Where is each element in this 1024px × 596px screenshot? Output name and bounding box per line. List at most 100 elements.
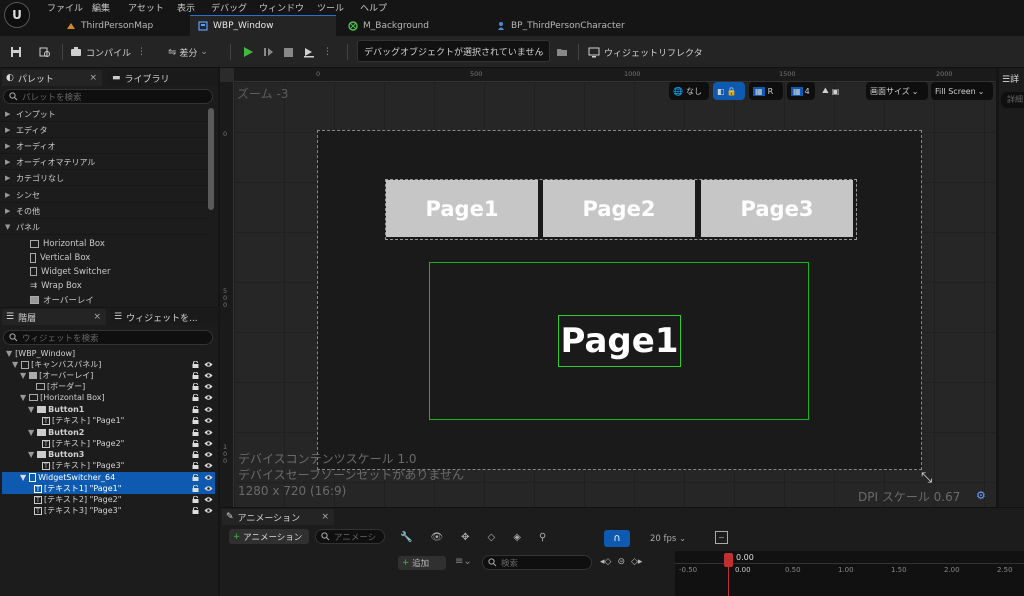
palette-item-wrap-box[interactable]: ⇉ Wrap Box (30, 279, 82, 292)
eye-icon[interactable] (204, 406, 213, 413)
tab-palette[interactable]: ◐ パレット × (2, 70, 102, 86)
menu-edit[interactable]: 編集 (92, 1, 110, 14)
keyframe-icon[interactable]: ◇ (488, 532, 496, 543)
fps-select[interactable]: 20 fps ⌄ (650, 534, 686, 544)
eye-icon[interactable]: 👁 (430, 532, 443, 543)
animation-search-input[interactable]: アニメーシ (315, 529, 385, 544)
tab-thirdpersonmap[interactable]: ThirdPersonMap (58, 15, 186, 36)
category-input[interactable]: ▶ インプット (0, 107, 208, 122)
stop-icon[interactable] (283, 44, 294, 60)
play-options-icon[interactable]: ⋮ (323, 44, 332, 60)
tab-animation[interactable]: ✎ アニメーション × (222, 509, 334, 525)
curve-icon[interactable]: ◈ (513, 532, 521, 543)
compile-button[interactable]: コンパイル ⋮ (70, 44, 146, 60)
lock-icon[interactable] (192, 361, 199, 368)
lock-icon[interactable] (192, 383, 199, 390)
tree-row[interactable]: T [テキスト] "Page3" (42, 460, 124, 471)
tab-bp-thirdpersoncharacter[interactable]: BP_ThirdPersonCharacter (488, 15, 658, 36)
lock-icon[interactable] (192, 451, 199, 458)
add-track-button[interactable]: + 追加 (398, 556, 446, 570)
next-key-icon[interactable]: ◇▸ (631, 557, 642, 567)
eye-icon[interactable] (204, 462, 213, 469)
play-button[interactable] (242, 44, 254, 60)
category-panel[interactable]: ▼ パネル (0, 220, 208, 235)
hierarchy-search-input[interactable]: ウィジェットを検索 (3, 330, 213, 345)
switcher-page1-text[interactable]: Page1 (558, 315, 681, 367)
lock-icon[interactable] (192, 372, 199, 379)
eye-icon[interactable] (204, 507, 213, 514)
tree-row[interactable]: ▼ [オーバーレイ] (20, 370, 93, 381)
category-audio[interactable]: ▶ オーディオ (0, 139, 208, 154)
lock-icon[interactable] (192, 440, 199, 447)
debug-object-select[interactable]: デバッグオブジェクトが選択されていません ⌄ (357, 40, 550, 62)
lock-icon[interactable] (192, 507, 199, 514)
eye-icon[interactable] (204, 417, 213, 424)
prev-key-icon[interactable]: ◂◇ (600, 557, 611, 567)
palette-item-widget-switcher[interactable]: Widget Switcher (30, 265, 110, 278)
designer-viewport[interactable]: 0 500 1000 1500 2000 0 5 0 0 1 0 0 ズーム -… (220, 68, 996, 507)
step-icon[interactable] (263, 44, 275, 60)
add-animation-button[interactable]: + アニメーション (229, 529, 309, 544)
gear-icon[interactable]: ⚙ (976, 489, 986, 502)
tree-row[interactable]: ▼ Button2 (28, 427, 84, 438)
lock-icon[interactable] (192, 474, 199, 481)
transform-icon[interactable]: ✥ (461, 532, 469, 543)
close-icon[interactable]: × (321, 512, 329, 522)
menu-asset[interactable]: アセット (128, 1, 164, 14)
eye-icon[interactable] (204, 485, 213, 492)
widget-reflector-button[interactable]: ウィジェットリフレクタ (588, 44, 703, 60)
tree-row[interactable]: T [テキスト] "Page1" (42, 415, 124, 426)
eye-icon[interactable] (204, 372, 213, 379)
category-editor[interactable]: ▶ エディタ (0, 123, 208, 138)
lock-icon[interactable] (192, 496, 199, 503)
tree-row[interactable]: ▼ [Horizontal Box] (20, 392, 105, 403)
close-icon[interactable]: × (93, 312, 101, 322)
browse-icon[interactable] (39, 44, 51, 60)
lock-icon[interactable] (192, 429, 199, 436)
tab-wbp-window[interactable]: WBP_Window (190, 15, 336, 36)
preview-toggles[interactable]: ⛰ ▣ (818, 82, 864, 100)
menu-file[interactable]: ファイル (47, 1, 83, 14)
tree-row[interactable]: ▼ WidgetSwitcher_64 (20, 472, 115, 483)
menu-window[interactable]: ウィンドウ (259, 1, 304, 14)
tab-library[interactable]: ▬ ライブラリ (108, 70, 218, 86)
wrench-icon[interactable]: 🔧 (400, 532, 412, 543)
eye-icon[interactable] (204, 451, 213, 458)
palette-item-horizontal-box[interactable]: Horizontal Box (30, 237, 105, 250)
eye-icon[interactable] (204, 361, 213, 368)
grid-snap-button[interactable]: ▦ 4 (787, 82, 815, 100)
palette-scrollbar[interactable] (208, 108, 214, 210)
palette-search-input[interactable]: パレットを検索 (3, 89, 213, 104)
eye-icon[interactable] (204, 383, 213, 390)
page1-button[interactable]: Page1 (386, 180, 538, 237)
track-search-input[interactable]: 検索 (482, 555, 592, 570)
eye-icon[interactable] (204, 440, 213, 447)
palette-item-vertical-box[interactable]: Vertical Box (30, 251, 90, 264)
category-synth[interactable]: ▶ シンセ (0, 188, 208, 203)
tree-row[interactable]: ▼ Button1 (28, 404, 84, 415)
lock-icon[interactable] (192, 462, 199, 469)
tree-row[interactable]: T [テキスト2] "Page2" (34, 494, 121, 505)
menu-help[interactable]: ヘルプ (360, 1, 387, 14)
category-audio-material[interactable]: ▶ オーディオマテリアル (0, 155, 208, 170)
tree-row[interactable]: ▼ Button3 (28, 449, 84, 460)
lock-toggle-button[interactable]: ◧ 🔒 (713, 82, 745, 100)
tree-row[interactable]: ▼ [キャンバスパネル] (12, 359, 101, 370)
palette-item-overlay[interactable]: オーバーレイ (30, 293, 94, 306)
details-search-input[interactable]: 詳細 (1001, 92, 1024, 108)
eject-icon[interactable] (303, 44, 315, 60)
page3-button[interactable]: Page3 (701, 180, 853, 237)
curve-editor-icon[interactable]: ~ (715, 531, 728, 544)
lock-icon[interactable] (192, 485, 199, 492)
menu-debug[interactable]: デバッグ (211, 1, 247, 14)
category-uncategorized[interactable]: ▶ カテゴリなし (0, 171, 208, 186)
lock-icon[interactable] (192, 417, 199, 424)
lock-icon[interactable] (192, 406, 199, 413)
tree-row[interactable]: [ボーダー] (36, 381, 85, 392)
playhead[interactable] (724, 553, 733, 567)
add-key-icon[interactable]: ⊝ (617, 557, 625, 567)
category-misc[interactable]: ▶ その他 (0, 204, 208, 219)
tree-row[interactable]: T [テキスト1] "Page1" (34, 483, 121, 494)
tab-m-background[interactable]: M_Background (340, 15, 484, 36)
save-icon[interactable] (10, 44, 22, 60)
